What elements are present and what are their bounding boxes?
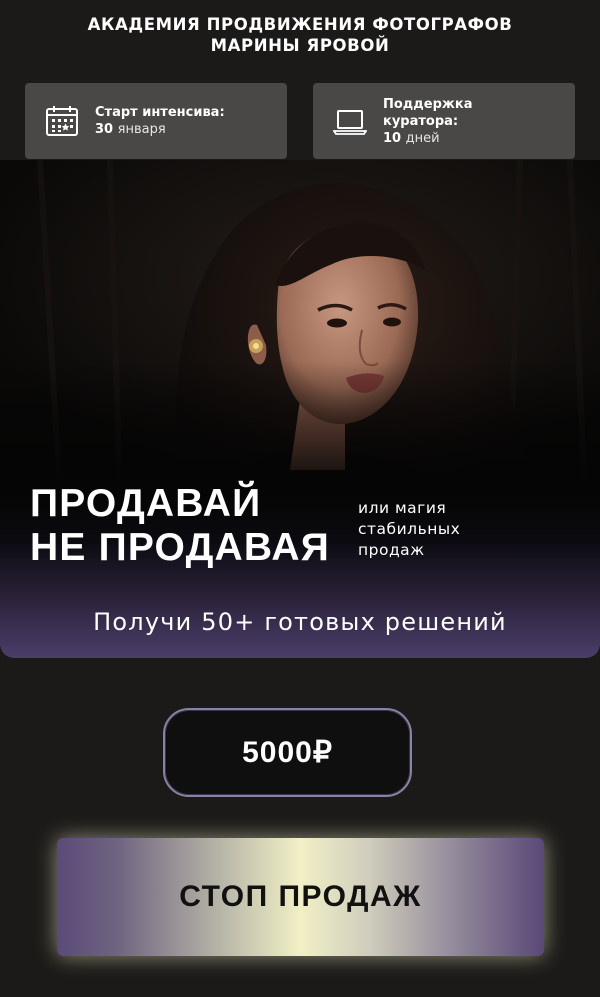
hero-subtitle-line3: продаж xyxy=(358,541,425,559)
hero-subtitle-line2: стабильных xyxy=(358,520,461,538)
hero-subtitle: или магия стабильных продаж xyxy=(358,498,538,561)
curator-support-card: Поддержка куратора: 10 дней xyxy=(313,83,575,159)
support-days: 10 xyxy=(383,130,402,146)
hero-subtitle-line1: или магия xyxy=(358,499,447,517)
stop-sales-button[interactable]: СТОП ПРОДАЖ xyxy=(57,838,544,956)
start-day: 30 xyxy=(95,122,114,137)
academy-title: АКАДЕМИЯ ПРОДВИЖЕНИЯ ФОТОГРАФОВ МАРИНЫ Я… xyxy=(0,14,600,56)
laptop-icon xyxy=(333,110,367,135)
portrait-photo xyxy=(0,160,600,495)
calendar-icon xyxy=(46,106,78,136)
start-label: Старт интенсива: xyxy=(95,105,225,120)
hero-title: ПРОДАВАЙ НЕ ПРОДАВАЯ xyxy=(30,482,360,570)
hero-banner xyxy=(0,160,600,658)
support-unit: дней xyxy=(405,130,440,146)
academy-title-line2: МАРИНЫ ЯРОВОЙ xyxy=(210,36,390,55)
hero-title-line1: ПРОДАВАЙ xyxy=(30,482,262,525)
price-badge: 5000₽ xyxy=(163,708,412,797)
hero-title-line2: НЕ ПРОДАВАЯ xyxy=(30,526,330,569)
start-month: января xyxy=(117,122,166,137)
hero-offer-text: Получи 50+ готовых решений xyxy=(93,608,507,636)
academy-title-line1: АКАДЕМИЯ ПРОДВИЖЕНИЯ ФОТОГРАФОВ xyxy=(87,15,513,34)
support-label-line2: куратора: xyxy=(383,113,459,129)
start-date-card: Старт интенсива: 30 января xyxy=(25,83,287,159)
support-label-line1: Поддержка xyxy=(383,96,473,112)
